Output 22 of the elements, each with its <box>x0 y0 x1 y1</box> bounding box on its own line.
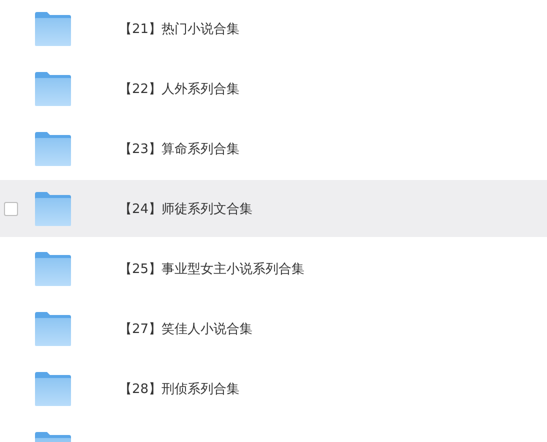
folder-icon <box>35 252 71 286</box>
file-row[interactable]: 【22】人外系列合集 <box>0 60 547 117</box>
folder-name[interactable]: 【28】刑侦系列合集 <box>119 380 240 398</box>
folder-name[interactable]: 【24】师徒系列文合集 <box>119 200 253 218</box>
folder-icon <box>35 312 71 346</box>
folder-icon <box>35 132 71 166</box>
folder-icon <box>35 192 71 226</box>
folder-name[interactable]: 【25】事业型女主小说系列合集 <box>119 260 305 278</box>
file-row[interactable]: 【28】刑侦系列合集 <box>0 360 547 417</box>
folder-icon <box>35 72 71 106</box>
folder-icon <box>35 372 71 406</box>
folder-name[interactable]: 【21】热门小说合集 <box>119 20 240 38</box>
folder-name[interactable]: 【23】算命系列合集 <box>119 140 240 158</box>
checkbox[interactable] <box>4 202 18 216</box>
file-row[interactable]: 【21】热门小说合集 <box>0 0 547 57</box>
folder-name[interactable]: 【22】人外系列合集 <box>119 80 240 98</box>
folder-icon <box>35 12 71 46</box>
folder-name[interactable]: 【27】笑佳人小说合集 <box>119 320 253 338</box>
file-row[interactable]: 【27】笑佳人小说合集 <box>0 300 547 357</box>
file-row[interactable]: 【23】算命系列合集 <box>0 120 547 177</box>
file-row[interactable]: 【24】师徒系列文合集 <box>0 180 547 237</box>
file-row[interactable]: 【25】事业型女主小说系列合集 <box>0 240 547 297</box>
